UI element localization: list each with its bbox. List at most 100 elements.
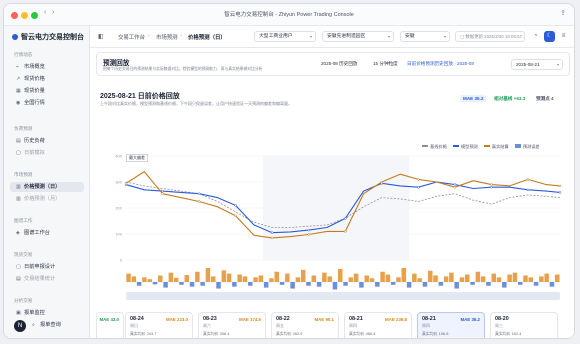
backtest-date-select[interactable]: 2025-08-21 ▾ bbox=[511, 59, 563, 70]
day-card[interactable]: 08-23周六MAE 174.5真实均价 396.4预测偏差 -104.3偏差差… bbox=[198, 312, 266, 338]
breadcrumb-item[interactable]: 交易工作台 bbox=[118, 33, 145, 41]
sidebar-item-price-forecast-day[interactable]: ▥ 价格预测（日） bbox=[10, 182, 84, 192]
data-point bbox=[344, 230, 347, 233]
legend-item-actual[interactable]: 真实结算 bbox=[483, 144, 509, 149]
data-point bbox=[526, 188, 530, 192]
day-card[interactable]: 08-20周三真实均价 162.4预测偏差 +25.7偏差差异 +53.4 bbox=[490, 312, 558, 339]
sidebar-item-order-query[interactable]: ⌕ 报单查询 bbox=[26, 320, 84, 330]
day-card[interactable]: 08-24周日MAE 223.0真实均价 243.7预测偏差 -174.5偏差差… bbox=[125, 312, 193, 338]
sidebar-item-day-ahead-declare[interactable]: ▢ 日前申报设计 bbox=[10, 262, 84, 272]
breadcrumb-current: 价格预测（日） bbox=[188, 35, 226, 41]
breadcrumb-separator: › bbox=[180, 33, 182, 39]
error-bar bbox=[443, 276, 449, 282]
legend-item-model[interactable]: 模型预测 bbox=[452, 144, 478, 149]
day-card-mae: MAE 239.8 bbox=[385, 317, 407, 322]
bell-icon[interactable]: ◔ bbox=[530, 31, 541, 42]
backtest-link[interactable]: 日前价格预测历史回放 · 2025-08 bbox=[403, 60, 478, 69]
error-bar bbox=[306, 282, 311, 286]
sidebar-toggle-icon[interactable]: ◧ bbox=[98, 33, 104, 40]
sidebar-item-order-monitor[interactable]: ▣ 报单监控 bbox=[10, 308, 84, 318]
data-point bbox=[234, 204, 237, 207]
sidebar-item-trade-stats[interactable]: ▤ 交易结果统计 bbox=[10, 274, 84, 284]
error-bar bbox=[195, 271, 200, 282]
data-point bbox=[307, 228, 310, 232]
sidebar-item-graph-workbench[interactable]: ◈ 图谱工作台 bbox=[10, 228, 84, 238]
trend-icon: ⌁ bbox=[16, 64, 20, 70]
error-bar bbox=[147, 279, 152, 282]
legend-label: 预测误差 bbox=[522, 144, 540, 149]
menu-icon[interactable]: ≡ bbox=[558, 31, 569, 42]
error-bar bbox=[316, 282, 322, 287]
error-bar bbox=[274, 271, 279, 282]
granularity-tag: 15 分钟粒度 bbox=[369, 60, 402, 69]
legend-item-baseline[interactable]: 基线价格 bbox=[422, 144, 447, 149]
error-bar bbox=[364, 275, 369, 282]
data-point bbox=[161, 192, 164, 195]
error-bar bbox=[210, 276, 216, 282]
section-label: 市场预测 bbox=[14, 172, 33, 177]
day-card-stat: 真实均价 243.7 bbox=[130, 331, 157, 336]
error-bar bbox=[300, 269, 306, 282]
brand: 智云电力交易控制台 bbox=[12, 32, 84, 42]
sidebar-item-day-ahead-sim[interactable]: ▢ 日前模拟 bbox=[10, 148, 84, 158]
error-bar bbox=[253, 277, 258, 282]
avatar[interactable]: N bbox=[14, 320, 26, 332]
data-point bbox=[453, 183, 457, 186]
backtest-title: 预测回放 bbox=[103, 60, 130, 67]
day-card[interactable]: 08-22周五MAE 90.1真实均价 452.9预测偏差 +33.9偏差差异 … bbox=[271, 312, 339, 338]
data-point bbox=[270, 236, 274, 240]
error-bar bbox=[216, 282, 221, 289]
legend-label: 真实结算 bbox=[491, 144, 509, 149]
sidebar-item-market-overview[interactable]: ⌁ 市场概览 bbox=[10, 62, 84, 72]
sidebar-item-history-load[interactable]: ▤ 历史负荷 bbox=[10, 136, 84, 146]
error-bar bbox=[401, 268, 407, 282]
park-select[interactable]: 安徽先进制造园区 ▾ bbox=[322, 31, 394, 42]
select-value: 大型工商业用户 bbox=[259, 34, 293, 39]
error-bar bbox=[158, 275, 163, 282]
share-icon[interactable]: ⇪ bbox=[560, 9, 566, 17]
day-card-weekday: 周五 bbox=[276, 323, 284, 328]
error-bar bbox=[465, 274, 470, 282]
sidebar-item-label: 现货价量 bbox=[24, 88, 45, 94]
customer-type-select[interactable]: 大型工商业用户 ▾ bbox=[254, 31, 316, 42]
window-title: 智云电力交易控制台 - Zhiyun Power Trading Console bbox=[224, 12, 354, 18]
breadcrumb-item[interactable]: 市场预测 bbox=[156, 33, 178, 41]
data-update-field[interactable]: ▢ 数据更新 2025/3/30 15:06:57 bbox=[455, 31, 525, 42]
day-card[interactable]: 08-21周四MAE 35.2真实均价 196.8预测偏差 +4.2偏差差异 +… bbox=[417, 312, 485, 338]
error-bar bbox=[348, 277, 354, 282]
sidebar-item-label: 日前申报设计 bbox=[24, 264, 56, 270]
brand-name: 智云电力交易控制台 bbox=[21, 34, 84, 41]
forecast-icon: ▥ bbox=[16, 196, 21, 202]
day-card-mae: MAE 223.0 bbox=[166, 317, 188, 322]
day-card-stat: 预测偏差 +25.7 bbox=[495, 338, 522, 339]
province-select[interactable]: 安徽 ▾ bbox=[400, 31, 450, 42]
error-bar bbox=[507, 274, 512, 282]
day-card[interactable]: 08-21周四MAE 239.8真实均价 466.4预测偏差 +8.2偏差差异 … bbox=[344, 312, 412, 338]
query-icon: ⌕ bbox=[32, 322, 35, 328]
sidebar-item-label: 市场概览 bbox=[24, 64, 45, 70]
graph-icon: ◈ bbox=[16, 230, 20, 236]
sidebar-item-spot-volume[interactable]: ▦ 现货价量 bbox=[10, 86, 84, 96]
error-bar bbox=[480, 276, 486, 282]
sidebar-item-label: 历史负荷 bbox=[24, 138, 45, 144]
peak-annotation: 最大偏差 bbox=[126, 154, 148, 162]
legend-label: 模型预测 bbox=[460, 144, 478, 149]
data-point bbox=[417, 178, 420, 181]
legend-item-error[interactable]: 预测误差 bbox=[514, 144, 540, 149]
sidebar: 智云电力交易控制台 行情动态 ⌁ 市场概览 ↗ 现货价格 ▦ 现货价量 ◉ 全国行情 负… bbox=[4, 26, 90, 338]
sidebar-item-national[interactable]: ◉ 全国行情 bbox=[10, 98, 84, 108]
section-label: 行情动态 bbox=[14, 52, 33, 57]
select-value: 安徽先进制造园区 bbox=[327, 34, 366, 39]
sidebar-item-spot-price[interactable]: ↗ 现货价格 bbox=[10, 74, 84, 84]
moon-icon[interactable]: ☾ bbox=[544, 31, 555, 42]
data-point bbox=[124, 182, 128, 185]
error-bar bbox=[549, 282, 555, 287]
main-content: ◧ 交易工作台 › 市场预测 › 价格预测（日） 大型工商业用户 ▾ 安徽先进制造… bbox=[90, 26, 574, 339]
sidebar-item-label: 日前模拟 bbox=[24, 150, 45, 156]
day-card-partial[interactable]: MAE 43.0 bbox=[96, 312, 124, 338]
error-bar bbox=[486, 282, 491, 286]
day-card-weekday: 周三 bbox=[495, 323, 503, 328]
sidebar-item-price-forecast-month[interactable]: ▥ 价格预测（月） bbox=[10, 194, 84, 204]
error-bar bbox=[459, 277, 465, 282]
select-value: 2025-08-21 bbox=[516, 62, 540, 67]
